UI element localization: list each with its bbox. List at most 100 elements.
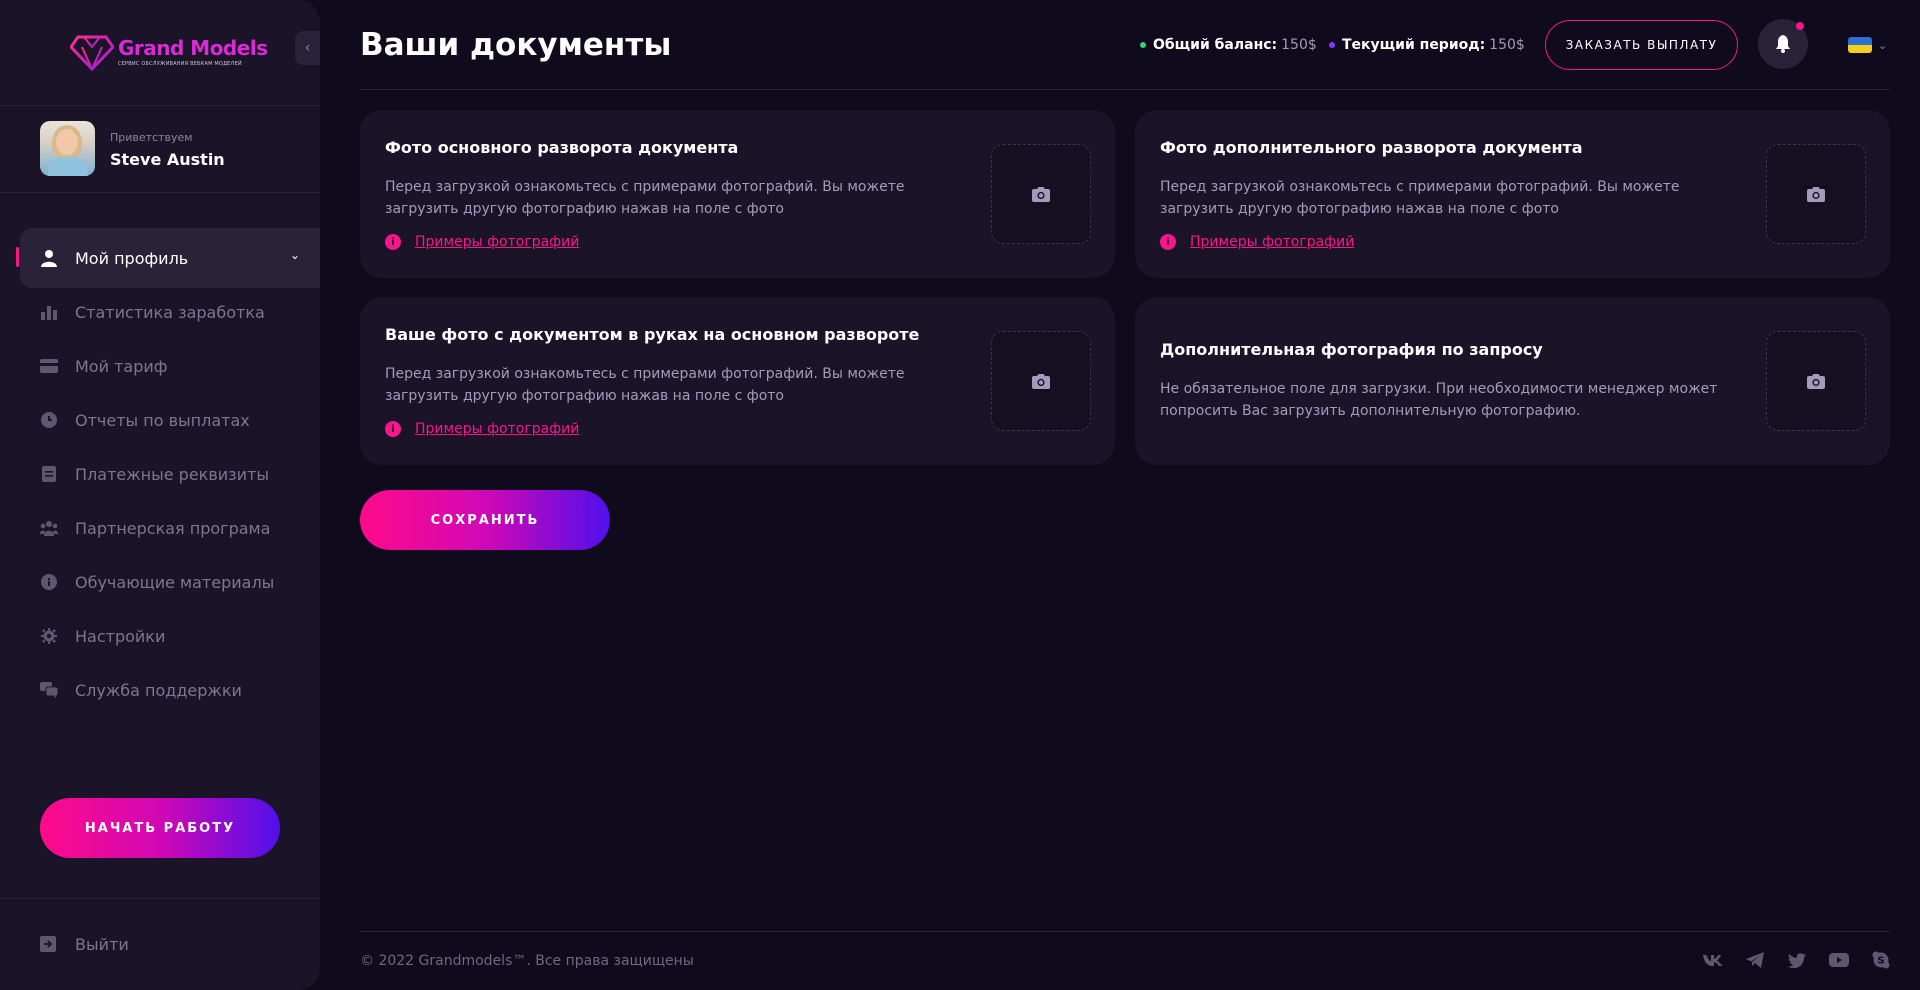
vk-icon[interactable] bbox=[1703, 950, 1723, 970]
photo-examples-link[interactable]: i Примеры фотографий bbox=[385, 234, 579, 250]
greeting-text: Приветствуем bbox=[110, 131, 193, 144]
sidebar-item-payment-details[interactable]: Платежные реквизиты bbox=[0, 447, 320, 501]
document-card-additional-spread: Фото дополнительного разворота документа… bbox=[1135, 110, 1890, 278]
card-title: Ваше фото с документом в руках на основн… bbox=[385, 325, 920, 344]
document-card-main-spread: Фото основного разворота документа Перед… bbox=[360, 110, 1115, 278]
youtube-icon[interactable] bbox=[1829, 950, 1849, 970]
sidebar-item-settings[interactable]: Настройки bbox=[0, 609, 320, 663]
current-period-label: Текущий период: bbox=[1342, 37, 1486, 53]
sidebar-item-label: Служба поддержки bbox=[75, 680, 242, 700]
sidebar-item-label: Настройки bbox=[75, 626, 166, 646]
link-label: Примеры фотографий bbox=[415, 421, 580, 437]
sidebar-item-label: Платежные реквизиты bbox=[75, 464, 270, 484]
chevron-down-icon: ⌄ bbox=[1878, 38, 1888, 52]
copyright-text: © 2022 Grandmodels™. Все права защищены bbox=[360, 953, 694, 969]
status-dot bbox=[1329, 42, 1335, 48]
total-balance-value: 150$ bbox=[1281, 37, 1317, 53]
sidebar-item-profile[interactable]: Мой профиль ⌄ bbox=[16, 228, 320, 288]
link-label: Примеры фотографий bbox=[1190, 234, 1355, 250]
chevron-left-icon: ‹ bbox=[304, 40, 311, 56]
logo[interactable]: Grand Models СЕРВИС ОБСЛУЖИВАНИЯ ВЕБКАМ … bbox=[70, 33, 268, 71]
logout-label: Выйти bbox=[75, 935, 129, 954]
language-selector[interactable]: ⌄ bbox=[1848, 37, 1887, 53]
card-title: Фото основного разворота документа bbox=[385, 138, 739, 157]
svg-text:S: S bbox=[1877, 956, 1884, 967]
credit-card-icon bbox=[40, 357, 58, 375]
user-name: Steve Austin bbox=[110, 150, 225, 169]
user-icon bbox=[40, 249, 58, 267]
info-icon: i bbox=[1160, 234, 1176, 250]
photo-upload-field[interactable] bbox=[991, 331, 1091, 431]
info-icon bbox=[40, 573, 58, 591]
logout-button[interactable]: Выйти bbox=[40, 935, 129, 954]
camera-icon bbox=[1032, 373, 1050, 389]
brand-name: Grand Models bbox=[118, 36, 268, 60]
photo-upload-field[interactable] bbox=[1766, 144, 1866, 244]
sidebar-item-label: Мой тариф bbox=[75, 356, 168, 376]
sidebar-item-training[interactable]: Обучающие материалы bbox=[0, 555, 320, 609]
clock-icon bbox=[40, 411, 58, 429]
photo-upload-field[interactable] bbox=[1766, 331, 1866, 431]
current-period-value: 150$ bbox=[1489, 37, 1525, 53]
logo-text: Grand Models СЕРВИС ОБСЛУЖИВАНИЯ ВЕБКАМ … bbox=[118, 37, 268, 67]
sidebar-item-label: Обучающие материалы bbox=[75, 572, 275, 592]
logout-icon bbox=[40, 935, 58, 954]
notification-badge bbox=[1796, 22, 1804, 30]
sidebar-item-partner-program[interactable]: Партнерская програма bbox=[0, 501, 320, 555]
logout-area: Выйти bbox=[0, 898, 320, 990]
header-divider bbox=[360, 89, 1890, 90]
logo-area: Grand Models СЕРВИС ОБСЛУЖИВАНИЯ ВЕБКАМ … bbox=[0, 0, 320, 106]
sidebar-item-earnings-stats[interactable]: Статистика заработка bbox=[0, 285, 320, 339]
photo-examples-link[interactable]: i Примеры фотографий bbox=[1160, 234, 1354, 250]
card-title: Дополнительная фотография по запросу bbox=[1160, 340, 1543, 359]
camera-icon bbox=[1807, 186, 1825, 202]
document-card-selfie-with-document: Ваше фото с документом в руках на основн… bbox=[360, 297, 1115, 465]
gear-icon bbox=[40, 627, 58, 645]
ukraine-flag-icon bbox=[1848, 37, 1872, 53]
document-card-additional-on-request: Дополнительная фотография по запросу Не … bbox=[1135, 297, 1890, 465]
current-period: Текущий период: 150$ bbox=[1329, 37, 1525, 53]
card-title: Фото дополнительного разворота документа bbox=[1160, 138, 1583, 157]
info-icon: i bbox=[385, 421, 401, 437]
social-links: S bbox=[1703, 950, 1891, 970]
photo-examples-link[interactable]: i Примеры фотографий bbox=[385, 421, 579, 437]
sidebar-item-tariff[interactable]: Мой тариф bbox=[0, 339, 320, 393]
sidebar-nav: Мой профиль ⌄ Статистика заработка Мой т… bbox=[0, 228, 320, 717]
card-description: Перед загрузкой ознакомьтесь с примерами… bbox=[385, 179, 905, 217]
sidebar-item-label: Отчеты по выплатах bbox=[75, 410, 250, 430]
bar-chart-icon bbox=[40, 303, 58, 321]
chevron-down-icon: ⌄ bbox=[289, 248, 300, 262]
page-title: Ваши документы bbox=[360, 27, 672, 63]
user-panel: Приветствуем Steve Austin bbox=[0, 106, 320, 193]
sidebar: Grand Models СЕРВИС ОБСЛУЖИВАНИЯ ВЕБКАМ … bbox=[0, 0, 320, 990]
bell-icon bbox=[1776, 35, 1790, 53]
telegram-icon[interactable] bbox=[1745, 950, 1765, 970]
card-description: Перед загрузкой ознакомьтесь с примерами… bbox=[1160, 179, 1680, 217]
camera-icon bbox=[1807, 373, 1825, 389]
save-button[interactable]: СОХРАНИТЬ bbox=[360, 490, 610, 550]
collapse-sidebar-button[interactable]: ‹ bbox=[295, 31, 320, 65]
users-icon bbox=[40, 519, 58, 537]
chat-icon bbox=[40, 681, 58, 699]
card-description: Не обязательное поле для загрузки. При н… bbox=[1160, 381, 1718, 419]
diamond-logo-icon bbox=[70, 35, 114, 71]
brand-tagline: СЕРВИС ОБСЛУЖИВАНИЯ ВЕБКАМ МОДЕЛЕЙ bbox=[118, 61, 242, 67]
skype-icon[interactable]: S bbox=[1871, 950, 1891, 970]
status-dot bbox=[1140, 42, 1146, 48]
total-balance: Общий баланс: 150$ bbox=[1140, 37, 1317, 53]
link-label: Примеры фотографий bbox=[415, 234, 580, 250]
sidebar-item-payout-reports[interactable]: Отчеты по выплатах bbox=[0, 393, 320, 447]
sidebar-item-label: Партнерская програма bbox=[75, 518, 271, 538]
sidebar-item-support[interactable]: Служба поддержки bbox=[0, 663, 320, 717]
footer-divider bbox=[360, 931, 1890, 932]
card-description: Перед загрузкой ознакомьтесь с примерами… bbox=[385, 366, 905, 404]
document-icon bbox=[40, 465, 58, 483]
order-payout-button[interactable]: ЗАКАЗАТЬ ВЫПЛАТУ bbox=[1545, 20, 1738, 70]
photo-upload-field[interactable] bbox=[991, 144, 1091, 244]
sidebar-item-label: Мой профиль bbox=[75, 248, 189, 268]
info-icon: i bbox=[385, 234, 401, 250]
twitter-icon[interactable] bbox=[1787, 950, 1807, 970]
avatar[interactable] bbox=[40, 121, 95, 176]
start-work-button[interactable]: НАЧАТЬ РАБОТУ bbox=[40, 798, 280, 858]
sidebar-item-label: Статистика заработка bbox=[75, 302, 265, 322]
